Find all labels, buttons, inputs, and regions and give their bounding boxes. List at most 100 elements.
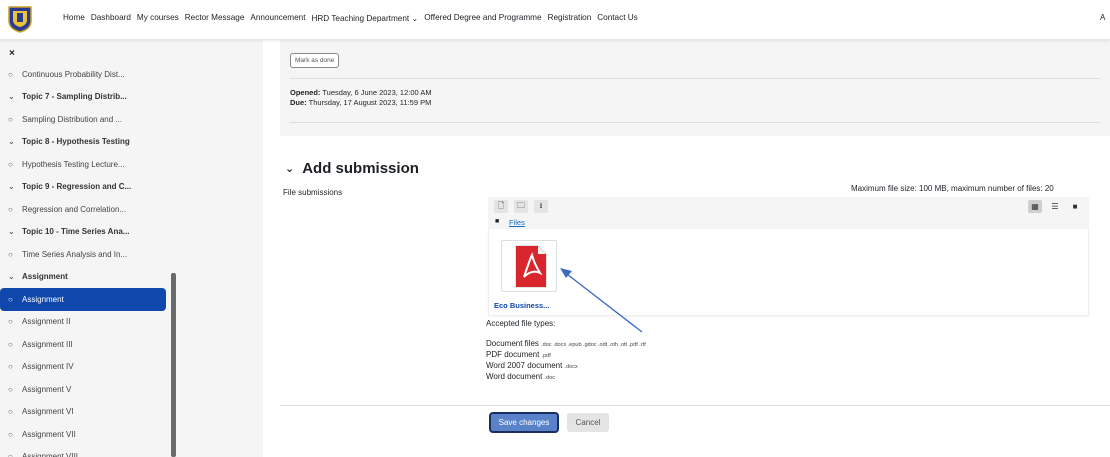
course-index-item[interactable]: ○ Continuous Probability Dist...: [0, 63, 170, 86]
due-label: Due:: [290, 98, 307, 107]
course-index-label: Regression and Correlation...: [22, 204, 127, 214]
file-type-name: PDF document: [486, 350, 540, 359]
tree-view-icon[interactable]: ■: [1068, 200, 1082, 213]
circle-icon: ○: [8, 407, 13, 417]
course-index-label: Assignment VI: [22, 407, 74, 417]
course-index-label: Topic 8 - Hypothesis Testing: [22, 137, 130, 147]
course-index-item[interactable]: ○ Time Series Analysis and In...: [0, 243, 170, 266]
file-type-extensions: .docx: [564, 364, 578, 370]
file-type-extensions: .pdf: [541, 353, 551, 359]
nav-item[interactable]: HRD Teaching Department ⌄: [311, 13, 418, 23]
add-file-icon[interactable]: 🗋: [494, 200, 508, 213]
folder-icon: ■: [495, 218, 500, 225]
course-index-label: Sampling Distribution and ...: [22, 114, 123, 124]
due-value: Thursday, 17 August 2023, 11:59 PM: [306, 98, 432, 107]
course-index-item[interactable]: ○ Assignment II: [0, 311, 170, 334]
course-index-item[interactable]: ○ Hypothesis Testing Lecture...: [0, 153, 170, 176]
nav-item[interactable]: Offered Degree and Programme: [424, 13, 541, 23]
nav-item[interactable]: Dashboard: [91, 13, 131, 23]
file-type-extensions: .doc: [544, 375, 555, 381]
course-index-label: Assignment: [22, 294, 64, 304]
filepicker-area[interactable]: Eco Business...: [488, 229, 1089, 316]
course-index-label: Continuous Probability Dist...: [22, 69, 125, 79]
file-type-row: Word document .doc: [486, 372, 646, 383]
course-index-item[interactable]: ○ Assignment VII: [0, 423, 170, 446]
circle-icon: ○: [8, 204, 13, 214]
files-path-link[interactable]: Files: [509, 218, 525, 227]
section-header[interactable]: ⌄ Assignment: [0, 266, 170, 289]
circle-icon: ○: [8, 249, 13, 259]
divider: [290, 78, 1100, 79]
course-index-label: Assignment VII: [22, 429, 76, 439]
course-index-item[interactable]: ○ Assignment VI: [0, 401, 170, 424]
file-type-name: Word document: [486, 372, 543, 381]
course-index-item[interactable]: ○ Regression and Correlation...: [0, 198, 170, 221]
nav-item[interactable]: Rector Message: [185, 13, 245, 23]
file-name-link[interactable]: Eco Business...: [494, 301, 549, 310]
file-type-row: PDF document .pdf: [486, 350, 646, 361]
nav-item[interactable]: Contact Us: [597, 13, 638, 23]
top-navbar: Home Dashboard My courses Rector Message Ann…: [0, 0, 1110, 40]
drawer-scrollbar[interactable]: [171, 273, 176, 457]
create-folder-icon[interactable]: 🗀: [514, 200, 528, 213]
course-index-label: Assignment II: [22, 317, 71, 327]
section-header[interactable]: ⌄ Topic 9 - Regression and C...: [0, 176, 170, 199]
course-index-item[interactable]: ○ Sampling Distribution and ...: [0, 108, 170, 131]
mark-as-done-button[interactable]: Mark as done: [290, 53, 340, 68]
course-index-label: Assignment VIII: [22, 452, 79, 457]
course-index-item[interactable]: ○ Assignment: [0, 288, 166, 311]
nav-item[interactable]: My courses: [137, 13, 179, 23]
chevron-down-icon: ⌄: [8, 227, 15, 237]
opened-label: Opened:: [290, 88, 321, 97]
course-index-label: Assignment III: [22, 339, 73, 349]
main-menu: Home Dashboard My courses Rector Message Ann…: [63, 13, 638, 23]
chevron-down-icon: ⌄: [8, 272, 15, 282]
course-index-item[interactable]: ○ Assignment III: [0, 333, 170, 356]
circle-icon: ○: [8, 339, 13, 349]
file-type-name: Word 2007 document: [486, 361, 563, 370]
file-thumbnail[interactable]: [501, 240, 557, 292]
course-index-label: Assignment: [22, 272, 68, 282]
course-index-item[interactable]: ○ Assignment VIII: [0, 446, 170, 457]
main-content: Mark as done Opened: Tuesday, 6 June 202…: [263, 40, 1110, 457]
section-header[interactable]: ⌄ Topic 7 - Sampling Distrib...: [0, 86, 170, 109]
chevron-down-icon: ⌄: [8, 92, 15, 102]
course-index-list: ○ Continuous Probability Dist... ⌄ Topic 7 …: [0, 63, 170, 457]
section-header[interactable]: ⌄ Topic 10 - Time Series Ana...: [0, 221, 170, 244]
list-view-icon[interactable]: ☰: [1048, 200, 1062, 213]
course-index-label: Assignment IV: [22, 362, 74, 372]
accepted-types-title: Accepted file types:: [486, 319, 556, 328]
grid-view-icon[interactable]: ▦: [1028, 200, 1042, 213]
add-submission-title: Add submission: [302, 160, 419, 177]
download-icon[interactable]: ⭳: [534, 200, 548, 213]
file-type-name: Document files: [486, 339, 539, 348]
circle-icon: ○: [8, 159, 13, 169]
opened-value: Tuesday, 6 June 2023, 12:00 AM: [320, 88, 432, 97]
chevron-down-icon: ⌄: [8, 182, 15, 192]
cancel-button[interactable]: Cancel: [567, 413, 609, 432]
save-changes-button[interactable]: Save changes: [489, 412, 559, 433]
filepicker-path: ■ Files: [488, 217, 1089, 229]
course-index-drawer: × ○ Continuous Probability Dist... ⌄ Topic …: [0, 40, 177, 457]
file-type-row: Document files .doc .docx .epub .gdoc .o…: [486, 339, 646, 350]
chevron-down-icon[interactable]: ⌄: [285, 162, 294, 175]
nav-item[interactable]: Registration: [548, 13, 592, 23]
nav-item[interactable]: Home: [63, 13, 85, 23]
divider: [290, 122, 1100, 123]
user-menu[interactable]: A: [1100, 13, 1105, 22]
section-header[interactable]: ⌄ Topic 8 - Hypothesis Testing: [0, 131, 170, 154]
circle-icon: ○: [8, 114, 13, 124]
site-logo[interactable]: [7, 5, 33, 33]
course-index-item[interactable]: ○ Assignment IV: [0, 356, 170, 379]
file-type-row: Word 2007 document .docx: [486, 361, 646, 372]
chevron-down-icon: ⌄: [8, 137, 15, 147]
nav-item[interactable]: Announcement: [250, 13, 305, 23]
circle-icon: ○: [8, 294, 13, 304]
close-drawer-icon[interactable]: ×: [9, 48, 15, 59]
course-index-label: Topic 10 - Time Series Ana...: [22, 227, 130, 237]
course-index-label: Topic 7 - Sampling Distrib...: [22, 92, 127, 102]
course-index-item[interactable]: ○ Assignment V: [0, 378, 170, 401]
add-submission-heading[interactable]: ⌄ Add submission: [285, 160, 419, 177]
course-index-label: Assignment V: [22, 384, 72, 394]
circle-icon: ○: [8, 384, 13, 394]
